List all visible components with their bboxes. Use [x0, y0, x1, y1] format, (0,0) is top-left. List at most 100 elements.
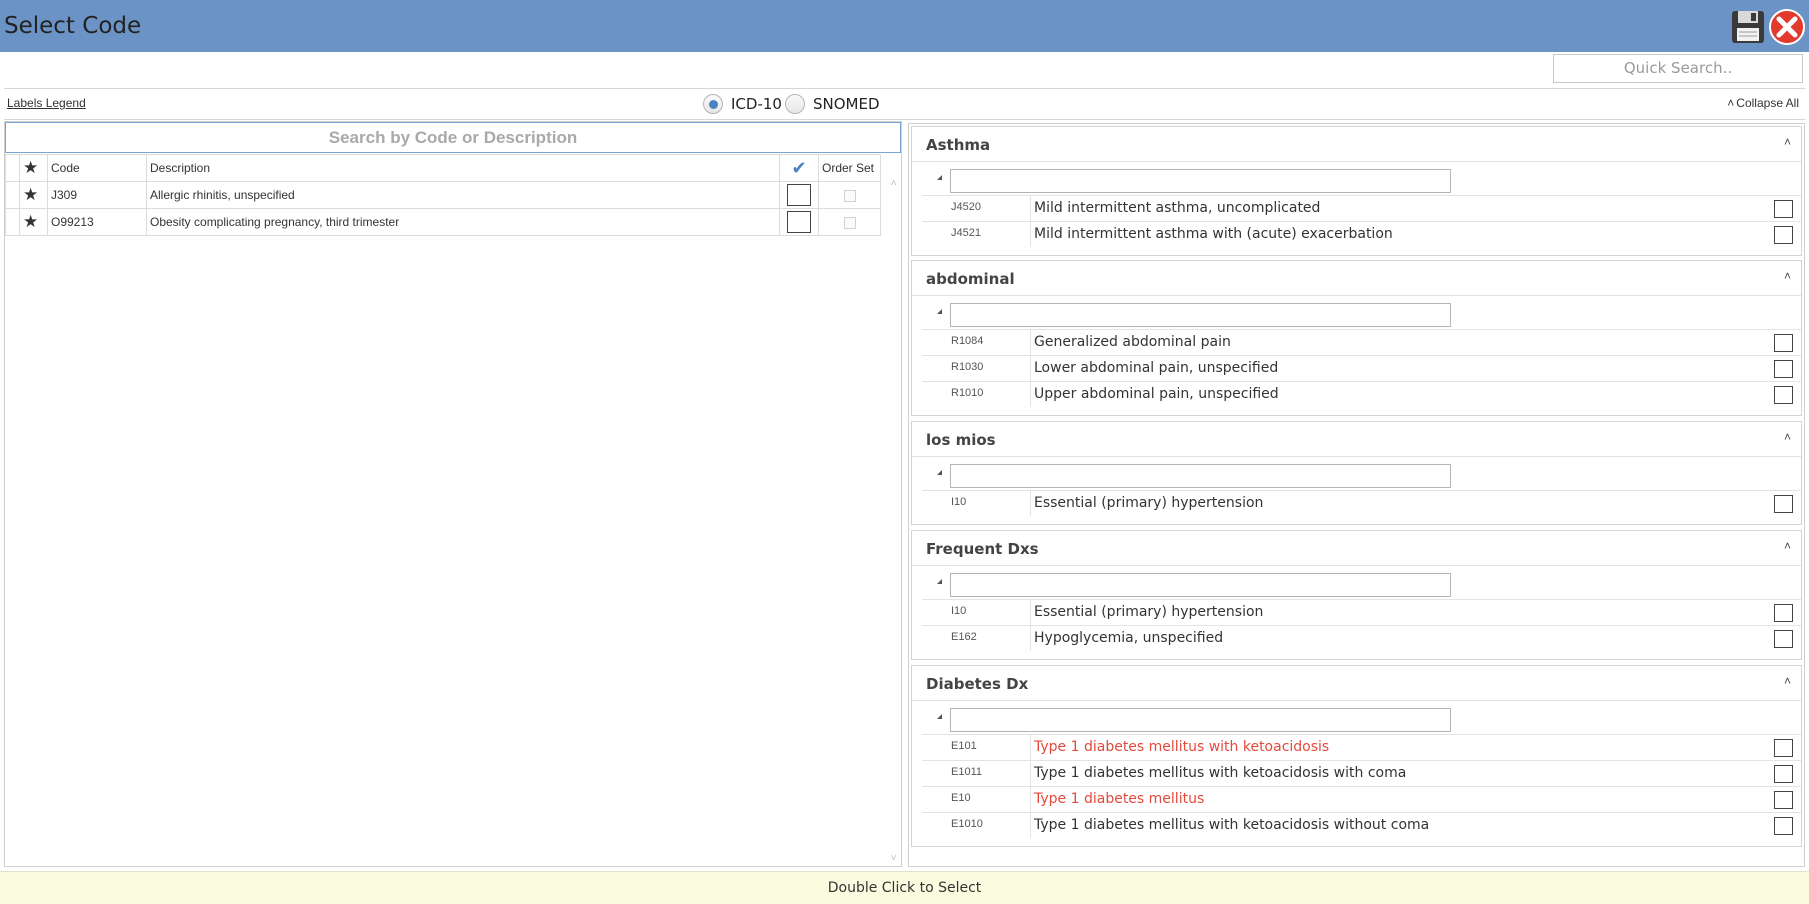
- expand-triangle-icon[interactable]: [937, 309, 942, 314]
- group-filter-input[interactable]: [950, 708, 1451, 732]
- item-code: E101: [951, 740, 977, 752]
- chevron-up-icon[interactable]: ˄: [1784, 430, 1791, 444]
- list-item[interactable]: I10 Essential (primary) hypertension: [922, 490, 1801, 516]
- code-column-header[interactable]: Code: [47, 154, 147, 182]
- divider: [1030, 735, 1031, 760]
- group-filter-input[interactable]: [950, 573, 1451, 597]
- radio-selected-icon: [703, 94, 723, 114]
- group-header[interactable]: Diabetes Dx ˄: [912, 666, 1801, 701]
- item-code: J4521: [951, 227, 981, 239]
- row-select-checkbox[interactable]: [787, 184, 811, 206]
- item-checkbox[interactable]: [1774, 495, 1793, 513]
- order-set-cell: [818, 208, 881, 236]
- list-item[interactable]: E1011 Type 1 diabetes mellitus with keto…: [922, 760, 1801, 786]
- group-asthma: Asthma ˄ J4520 Mild intermittent asthma,…: [911, 126, 1802, 256]
- row-indicator: [5, 208, 20, 236]
- list-item[interactable]: E10 Type 1 diabetes mellitus: [922, 786, 1801, 812]
- item-checkbox[interactable]: [1774, 200, 1793, 218]
- favorites-panel: Asthma ˄ J4520 Mild intermittent asthma,…: [908, 123, 1805, 867]
- list-item[interactable]: R1084 Generalized abdominal pain: [922, 329, 1801, 355]
- collapse-all-label: Collapse All: [1736, 96, 1799, 110]
- list-item[interactable]: E1010 Type 1 diabetes mellitus with keto…: [922, 812, 1801, 838]
- description-column-header[interactable]: Description: [146, 154, 780, 182]
- quick-search-input[interactable]: Quick Search..: [1553, 54, 1803, 83]
- list-item[interactable]: E162 Hypoglycemia, unspecified: [922, 625, 1801, 651]
- icd10-radio[interactable]: ICD-10: [703, 93, 782, 115]
- expand-triangle-icon[interactable]: [937, 470, 942, 475]
- scroll-down-icon[interactable]: ˅: [886, 853, 901, 864]
- checkmark-header-icon[interactable]: ✔: [779, 154, 819, 182]
- list-item[interactable]: R1010 Upper abdominal pain, unspecified: [922, 381, 1801, 407]
- item-checkbox[interactable]: [1774, 360, 1793, 378]
- item-description: Type 1 diabetes mellitus: [1034, 791, 1205, 807]
- list-item[interactable]: R1030 Lower abdominal pain, unspecified: [922, 355, 1801, 381]
- list-item[interactable]: J4520 Mild intermittent asthma, uncompli…: [922, 195, 1801, 221]
- chevron-up-icon[interactable]: ˄: [1784, 269, 1791, 283]
- grid-header-row: ★ Code Description ✔ Order Set: [5, 154, 881, 182]
- item-checkbox[interactable]: [1774, 226, 1793, 244]
- chevron-up-icon[interactable]: ˄: [1784, 135, 1791, 149]
- item-code: R1010: [951, 387, 984, 399]
- item-checkbox[interactable]: [1774, 386, 1793, 404]
- vertical-scrollbar[interactable]: ˄ ˅: [886, 178, 901, 864]
- collapse-all-button[interactable]: ˄ Collapse All: [1727, 96, 1799, 110]
- favorite-header-icon[interactable]: ★: [19, 154, 48, 182]
- close-button[interactable]: [1768, 8, 1806, 46]
- item-checkbox[interactable]: [1774, 791, 1793, 809]
- search-input[interactable]: Search by Code or Description: [5, 122, 901, 153]
- code-search-panel: Search by Code or Description ★ Code Des…: [4, 121, 902, 867]
- item-checkbox[interactable]: [1774, 630, 1793, 648]
- expand-triangle-icon[interactable]: [937, 579, 942, 584]
- group-filter-input[interactable]: [950, 464, 1451, 488]
- group-filter-input[interactable]: [950, 303, 1451, 327]
- save-button[interactable]: [1730, 9, 1766, 45]
- chevron-up-icon[interactable]: ˄: [1784, 539, 1791, 553]
- divider: [1030, 222, 1031, 247]
- scroll-up-icon[interactable]: ˄: [886, 178, 901, 189]
- item-checkbox[interactable]: [1774, 739, 1793, 757]
- item-code: E162: [951, 631, 977, 643]
- group-header[interactable]: Asthma ˄: [912, 127, 1801, 162]
- expand-triangle-icon[interactable]: [937, 175, 942, 180]
- divider: [1030, 382, 1031, 407]
- list-item[interactable]: I10 Essential (primary) hypertension: [922, 599, 1801, 625]
- item-checkbox[interactable]: [1774, 334, 1793, 352]
- star-icon[interactable]: ★: [19, 208, 48, 236]
- group-filter-row: [912, 296, 1801, 329]
- item-description: Mild intermittent asthma with (acute) ex…: [1034, 226, 1393, 242]
- labels-legend-link[interactable]: Labels Legend: [7, 96, 86, 110]
- expand-triangle-icon[interactable]: [937, 714, 942, 719]
- divider: [1030, 491, 1031, 516]
- order-set-checkbox[interactable]: [843, 189, 856, 202]
- table-row[interactable]: ★ J309 Allergic rhinitis, unspecified: [5, 181, 881, 209]
- status-bar: Double Click to Select: [0, 871, 1809, 904]
- item-checkbox[interactable]: [1774, 765, 1793, 783]
- save-icon: [1732, 11, 1764, 43]
- row-select-checkbox[interactable]: [787, 211, 811, 233]
- chevron-up-icon[interactable]: ˄: [1784, 674, 1791, 688]
- item-description: Essential (primary) hypertension: [1034, 604, 1264, 620]
- item-description: Generalized abdominal pain: [1034, 334, 1231, 350]
- divider: [1030, 356, 1031, 381]
- divider: [1030, 196, 1031, 221]
- order-set-checkbox[interactable]: [843, 216, 856, 229]
- item-checkbox[interactable]: [1774, 604, 1793, 622]
- group-filter-row: [912, 701, 1801, 734]
- item-checkbox[interactable]: [1774, 817, 1793, 835]
- group-filter-input[interactable]: [950, 169, 1451, 193]
- list-item[interactable]: J4521 Mild intermittent asthma with (acu…: [922, 221, 1801, 247]
- item-code: E1010: [951, 818, 983, 830]
- item-description: Hypoglycemia, unspecified: [1034, 630, 1224, 646]
- group-header[interactable]: abdominal ˄: [912, 261, 1801, 296]
- group-header[interactable]: Frequent Dxs ˄: [912, 531, 1801, 566]
- table-row[interactable]: ★ O99213 Obesity complicating pregnancy,…: [5, 208, 881, 236]
- order-set-column-header[interactable]: Order Set: [818, 154, 881, 182]
- group-diabetes-dx: Diabetes Dx ˄ E101 Type 1 diabetes melli…: [911, 665, 1802, 847]
- item-code: E10: [951, 792, 971, 804]
- divider: [1030, 600, 1031, 625]
- snomed-radio[interactable]: SNOMED: [785, 93, 880, 115]
- list-item[interactable]: E101 Type 1 diabetes mellitus with ketoa…: [922, 734, 1801, 760]
- group-header[interactable]: los mios ˄: [912, 422, 1801, 457]
- star-icon[interactable]: ★: [19, 181, 48, 209]
- divider: [1030, 330, 1031, 355]
